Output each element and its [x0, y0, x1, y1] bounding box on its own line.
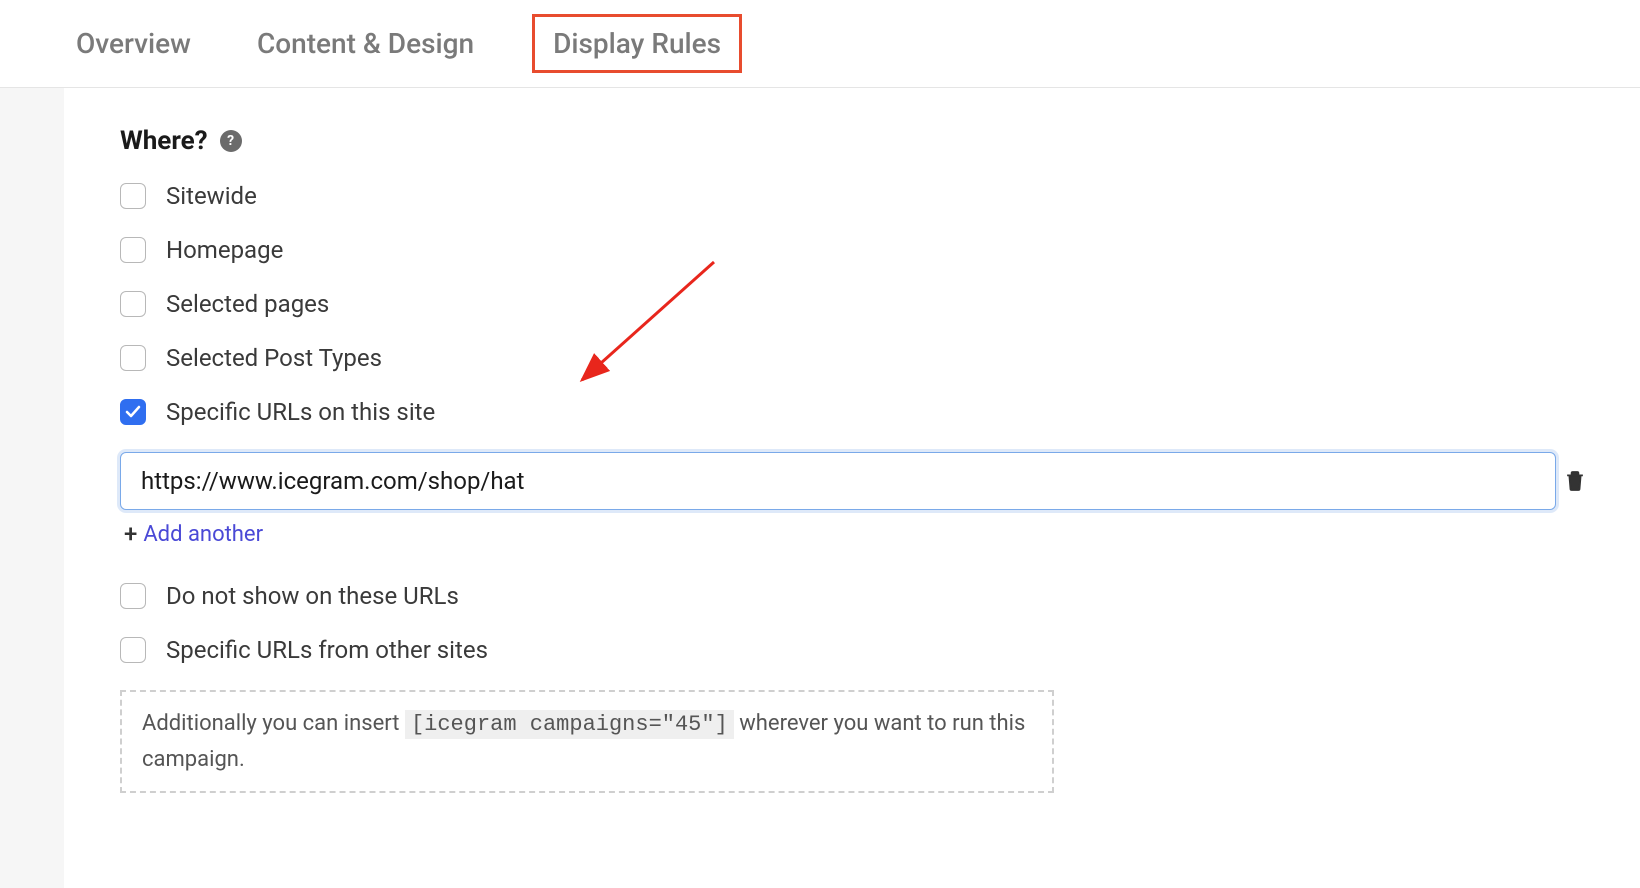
url-input[interactable] — [120, 452, 1556, 510]
tab-bar: Overview Content & Design Display Rules — [0, 0, 1640, 88]
shortcode-hint: Additionally you can insert [icegram cam… — [120, 690, 1054, 793]
label-sitewide: Sitewide — [166, 182, 257, 210]
trash-icon[interactable] — [1566, 470, 1584, 492]
label-selected-pages: Selected pages — [166, 290, 329, 318]
hint-prefix: Additionally you can insert — [142, 711, 405, 736]
label-selected-post-types: Selected Post Types — [166, 344, 382, 372]
label-homepage: Homepage — [166, 236, 283, 264]
checkbox-selected-pages[interactable] — [120, 291, 146, 317]
section-title-where: Where? — [120, 126, 208, 156]
add-another-link[interactable]: Add another — [143, 522, 263, 547]
checkbox-other-sites-urls[interactable] — [120, 637, 146, 663]
label-do-not-show: Do not show on these URLs — [166, 582, 459, 610]
tab-content-design[interactable]: Content & Design — [249, 23, 482, 64]
shortcode-code: [icegram campaigns="45"] — [405, 710, 734, 739]
label-specific-urls: Specific URLs on this site — [166, 398, 435, 426]
display-rules-panel: Where? ? Sitewide Homepage Selected page… — [64, 88, 1640, 888]
label-other-sites-urls: Specific URLs from other sites — [166, 636, 488, 664]
tab-overview[interactable]: Overview — [68, 23, 199, 64]
plus-icon: + — [124, 520, 137, 548]
left-gutter — [0, 88, 64, 888]
checkbox-homepage[interactable] — [120, 237, 146, 263]
checkbox-specific-urls[interactable] — [120, 399, 146, 425]
help-icon[interactable]: ? — [220, 130, 242, 152]
checkbox-selected-post-types[interactable] — [120, 345, 146, 371]
checkbox-sitewide[interactable] — [120, 183, 146, 209]
tab-display-rules[interactable]: Display Rules — [532, 14, 742, 73]
checkbox-do-not-show[interactable] — [120, 583, 146, 609]
